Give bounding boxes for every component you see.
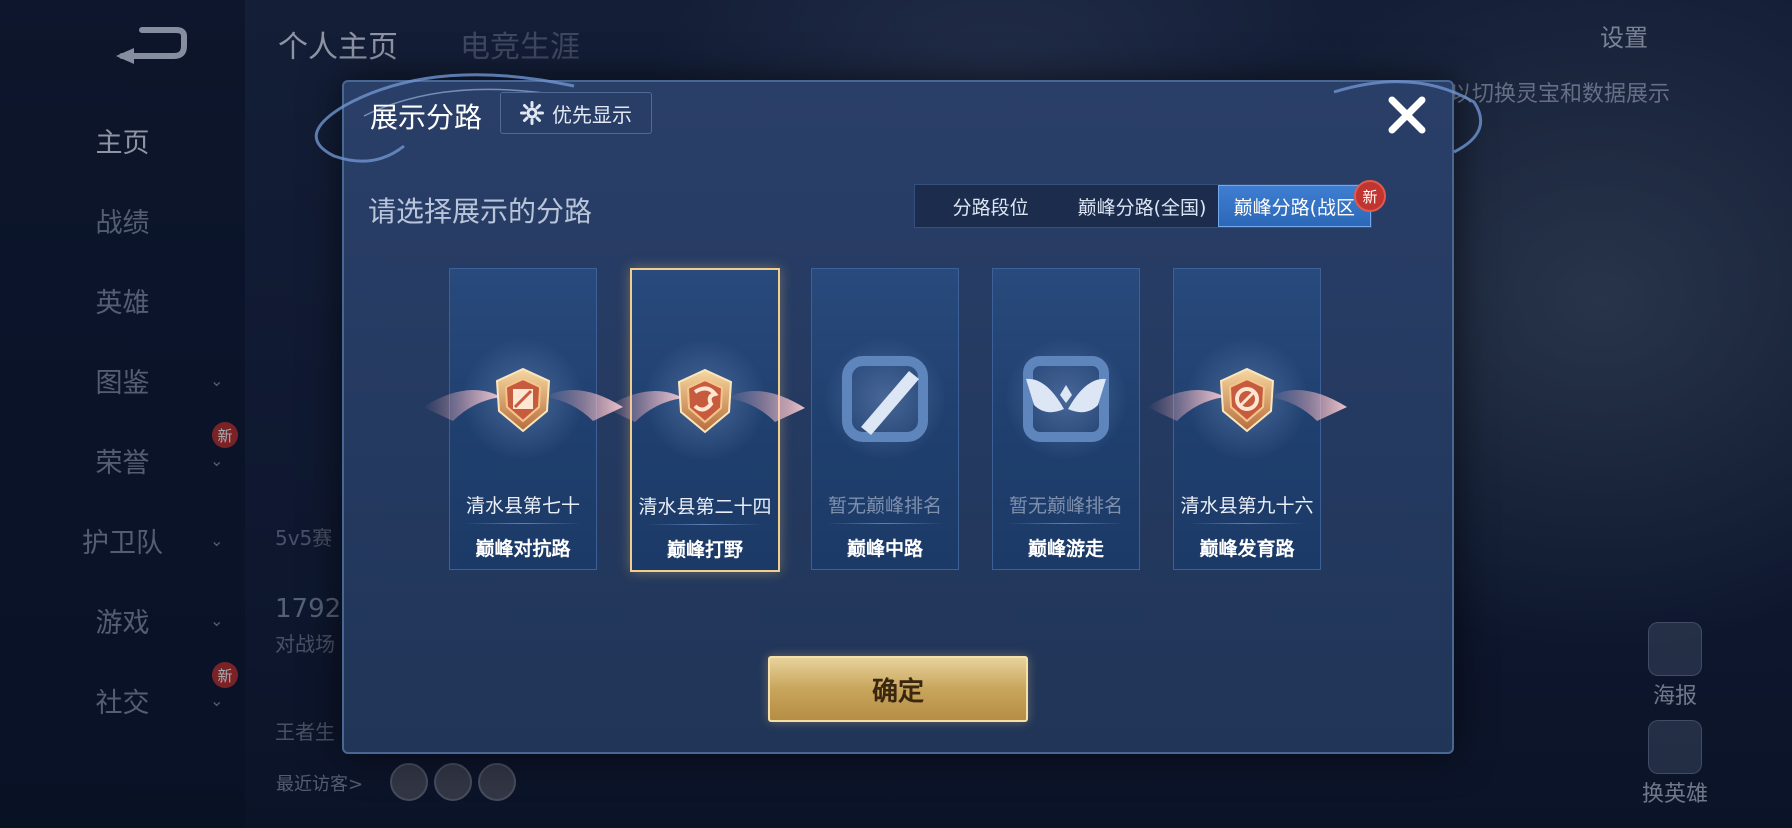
modal-header: 展示分路 优先显示 bbox=[344, 82, 1452, 144]
tab-lane-rank[interactable]: 分路段位 bbox=[915, 185, 1066, 227]
jungle-medal-icon bbox=[605, 340, 805, 460]
new-badge: 新 bbox=[1354, 180, 1386, 212]
clash-lane-medal-icon bbox=[423, 339, 623, 459]
lane-card-mid-lane[interactable]: 暂无巅峰排名 巅峰中路 bbox=[811, 268, 959, 570]
divider bbox=[1188, 523, 1306, 524]
select-lane-prompt: 请选择展示的分路 bbox=[368, 195, 593, 228]
lane-card-jungle[interactable]: 清水县第二十四 巅峰打野 bbox=[605, 268, 805, 572]
lane-rank-text: 暂无巅峰排名 bbox=[1008, 495, 1123, 517]
priority-display-button[interactable]: 优先显示 bbox=[500, 92, 652, 134]
gear-icon bbox=[520, 101, 544, 125]
tab-peak-lane-national[interactable]: 巅峰分路(全国) bbox=[1066, 185, 1217, 227]
divider bbox=[464, 523, 582, 524]
roam-icon bbox=[1006, 339, 1126, 459]
lane-name: 巅峰打野 bbox=[666, 539, 743, 561]
lane-card-roam[interactable]: 暂无巅峰排名 巅峰游走 bbox=[992, 268, 1140, 570]
farm-lane-medal-icon bbox=[1147, 339, 1347, 459]
divider bbox=[1007, 523, 1125, 524]
divider bbox=[826, 523, 944, 524]
lane-name: 巅峰中路 bbox=[846, 538, 923, 560]
modal-title: 展示分路 bbox=[370, 101, 483, 134]
lane-display-dialog: 展示分路 优先显示 请选择展示的分路 分路段位 巅峰分路(全国) 巅峰分路(战区 bbox=[314, 73, 1483, 754]
confirm-button[interactable]: 确定 bbox=[768, 656, 1028, 722]
priority-display-label: 优先显示 bbox=[552, 102, 632, 127]
lane-type-tabs: 分路段位 巅峰分路(全国) 巅峰分路(战区 bbox=[914, 184, 1372, 228]
mid-lane-icon bbox=[825, 339, 945, 459]
lane-card-clash-lane[interactable]: 清水县第七十 巅峰对抗路 bbox=[423, 268, 623, 570]
lane-rank-text: 清水县第七十 bbox=[465, 495, 580, 517]
lane-name: 巅峰发育路 bbox=[1199, 538, 1295, 560]
lane-name: 巅峰对抗路 bbox=[475, 538, 571, 560]
lane-cards: 清水县第七十 巅峰对抗路 清水县第二十四 巅峰打野 暂无巅峰排名 巅峰中路 暂无巅峰排… bbox=[423, 268, 1349, 572]
close-icon bbox=[1388, 96, 1426, 134]
tab-peak-lane-region[interactable]: 巅峰分路(战区 bbox=[1217, 185, 1371, 227]
lane-card-farm-lane[interactable]: 清水县第九十六 巅峰发育路 bbox=[1147, 268, 1347, 570]
lane-rank-text: 清水县第二十四 bbox=[638, 496, 772, 518]
lane-rank-text: 暂无巅峰排名 bbox=[827, 495, 942, 517]
close-button[interactable] bbox=[1382, 90, 1432, 140]
divider bbox=[646, 524, 764, 525]
lane-name: 巅峰游走 bbox=[1027, 538, 1104, 560]
lane-rank-text: 清水县第九十六 bbox=[1180, 495, 1314, 517]
